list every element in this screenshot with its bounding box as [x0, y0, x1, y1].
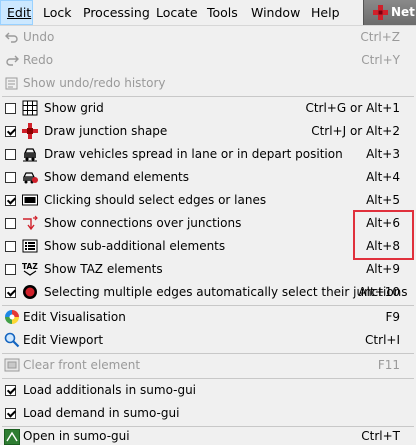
- checkbox[interactable]: [5, 149, 16, 160]
- checkbox[interactable]: [5, 385, 16, 396]
- redo-icon: [6, 55, 19, 66]
- grid-icon: [22, 100, 38, 116]
- select-junctions-icon: [23, 285, 37, 299]
- checkbox[interactable]: [5, 195, 16, 206]
- history-icon: [5, 77, 18, 90]
- demand-elements-icon: [23, 172, 38, 184]
- menu-locate[interactable]: Locate: [156, 0, 198, 25]
- menu-item-open-sumo-gui[interactable]: Open in sumo-gui Ctrl+T: [0, 427, 416, 445]
- checkbox[interactable]: [5, 218, 16, 229]
- toggle-load-demand[interactable]: Load demand in sumo-gui: [0, 402, 416, 425]
- undo-icon: [5, 32, 18, 43]
- checkbox[interactable]: [5, 172, 16, 183]
- svg-text:TAZ: TAZ: [22, 262, 38, 271]
- vehicle-spread-icon: [23, 148, 37, 162]
- select-edges-icon: [22, 194, 38, 206]
- checkbox[interactable]: [5, 287, 16, 298]
- connections-icon: [23, 215, 38, 231]
- menu-item-undo[interactable]: Undo Ctrl+Z: [0, 26, 416, 49]
- menu-tools[interactable]: Tools: [207, 0, 238, 25]
- menu-help[interactable]: Help: [311, 0, 340, 25]
- sumo-gui-icon: [4, 429, 20, 445]
- color-wheel-icon: [5, 310, 19, 324]
- magnifier-icon: [4, 332, 20, 348]
- clear-front-icon: [4, 358, 20, 372]
- menu-bar: Edit Lock Processing Locate Tools Window…: [0, 0, 416, 26]
- toggle-show-taz[interactable]: TAZ Show TAZ elements Alt+9: [0, 258, 416, 281]
- highlight-box: [353, 210, 414, 260]
- menu-item-redo[interactable]: Redo Ctrl+Y: [0, 49, 416, 72]
- net-button[interactable]: Net: [363, 0, 416, 25]
- checkbox[interactable]: [5, 264, 16, 275]
- toggle-load-additionals[interactable]: Load additionals in sumo-gui: [0, 379, 416, 402]
- sub-additional-icon: [22, 239, 38, 253]
- checkbox[interactable]: [5, 103, 16, 114]
- menu-item-edit-viewport[interactable]: Edit Viewport Ctrl+I: [0, 329, 416, 352]
- menu-processing[interactable]: Processing: [83, 0, 150, 25]
- menu-item-clear-front[interactable]: Clear front element F11: [0, 354, 416, 377]
- menu-lock[interactable]: Lock: [43, 0, 72, 25]
- network-icon: [373, 5, 388, 20]
- taz-icon: TAZ: [22, 262, 38, 276]
- toggle-draw-vehicles-spread[interactable]: Draw vehicles spread in lane or in depar…: [0, 143, 416, 166]
- checkbox[interactable]: [5, 241, 16, 252]
- toggle-draw-junction-shape[interactable]: Draw junction shape Ctrl+J or Alt+2: [0, 120, 416, 143]
- toggle-show-grid[interactable]: Show grid Ctrl+G or Alt+1: [0, 97, 416, 120]
- menu-item-history[interactable]: Show undo/redo history: [0, 72, 416, 95]
- toggle-show-demand-elements[interactable]: Show demand elements Alt+4: [0, 166, 416, 189]
- edit-dropdown-menu: Undo Ctrl+Z Redo Ctrl+Y Show undo/redo h…: [0, 26, 416, 445]
- menu-window[interactable]: Window: [251, 0, 300, 25]
- menu-item-edit-visualisation[interactable]: Edit Visualisation F9: [0, 306, 416, 329]
- toggle-select-edges[interactable]: Clicking should select edges or lanes Al…: [0, 189, 416, 212]
- junction-shape-icon: [22, 123, 38, 139]
- menu-edit[interactable]: Edit: [0, 0, 33, 25]
- checkbox[interactable]: [5, 408, 16, 419]
- toggle-select-junctions[interactable]: Selecting multiple edges automatically s…: [0, 281, 416, 304]
- checkbox[interactable]: [5, 126, 16, 137]
